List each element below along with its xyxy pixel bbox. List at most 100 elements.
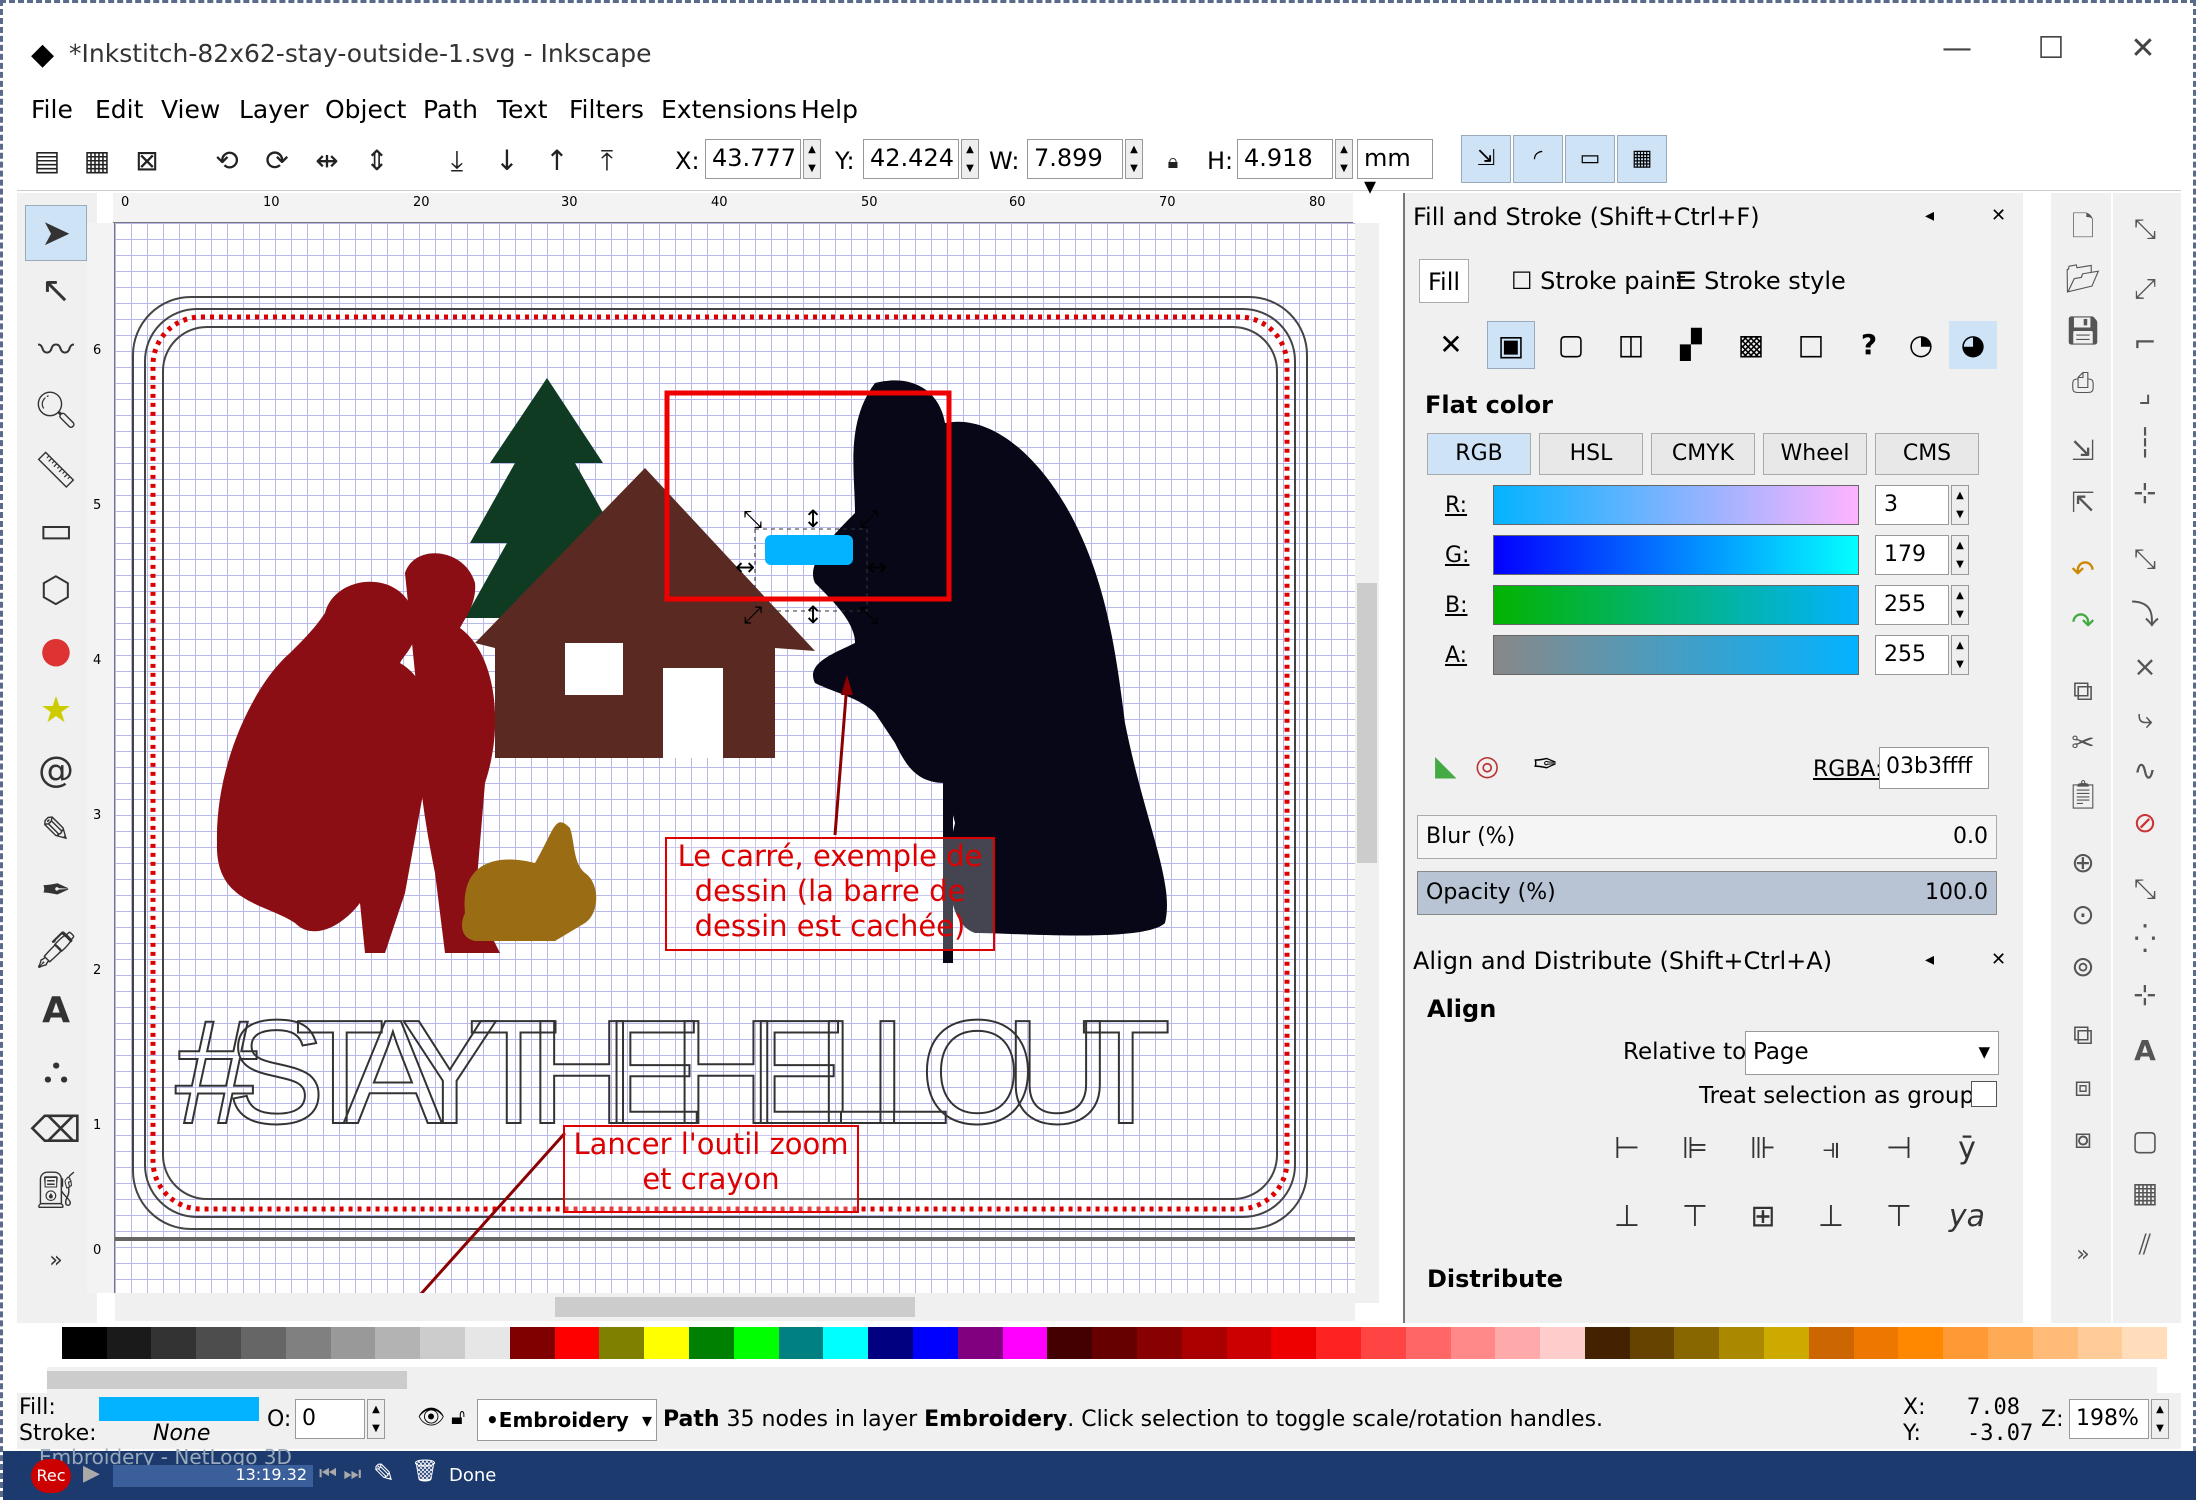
minimize-button[interactable]: — [1927,31,1987,66]
drawing-canvas[interactable]: ⤡ ↕ ⤢ ↔ ↔ ⤢ ↕ ⤡ #STAYTHEHELLOUT Le carré… [115,223,1355,1293]
snap-rotation-center-icon[interactable]: ⁛ [2125,917,2165,961]
palette-swatch[interactable] [285,1327,331,1359]
star-tool-icon[interactable]: ★ [25,683,87,739]
palette-swatch[interactable] [196,1327,241,1359]
palette-swatch[interactable] [2077,1327,2123,1359]
palette-swatch[interactable] [1495,1327,1541,1359]
g-input[interactable]: 179 [1875,535,1949,575]
menu-text[interactable]: Text [497,95,548,124]
palette-swatch[interactable] [2032,1327,2078,1359]
w-input[interactable]: 7.899 [1027,139,1123,179]
palette-swatch[interactable] [733,1327,779,1359]
swatch-icon[interactable]: □ [1787,321,1835,369]
menu-path[interactable]: Path [423,95,478,124]
zoom-page-icon[interactable]: ⊚ [2063,945,2103,989]
palette-swatch[interactable] [644,1327,689,1359]
print-icon[interactable]: ⎙ [2063,361,2103,405]
snap-intersection-icon[interactable]: ⨯ [2125,645,2165,689]
palette-swatch[interactable] [1360,1327,1406,1359]
align-top-icon[interactable]: ⊤ [1667,1189,1723,1245]
raise-to-top-icon[interactable]: ⤒ [587,141,627,181]
palette-swatch[interactable] [1808,1327,1854,1359]
pen-tool-icon[interactable]: ✒ [25,863,87,919]
w-spinner[interactable]: ▲ ▼ [1125,139,1143,179]
x-spinner[interactable]: ▲ ▼ [803,139,821,179]
palette-swatch[interactable] [868,1327,913,1359]
more-tools-icon[interactable]: » [25,1233,87,1289]
spray-tool-icon[interactable]: ⛬ [25,1043,87,1099]
r-spinner[interactable]: ▲ ▼ [1951,485,1969,525]
align-top-to-bottom-icon[interactable]: ⊤ [1871,1189,1927,1245]
center-vertical-axis-icon[interactable]: ⊪ [1735,1121,1791,1177]
snap-bbox-midpoint-icon[interactable]: ┆ [2125,421,2165,465]
snap-midpoint-icon[interactable]: ⊘ [2125,801,2165,845]
tab-stroke-paint[interactable]: ☐ Stroke paint [1503,259,1694,303]
scale-handle-n-icon[interactable]: ↕ [803,505,823,533]
align-left-icon[interactable]: ⊫ [1667,1121,1723,1177]
scale-handle-w-icon[interactable]: ↔ [735,553,755,581]
no-paint-icon[interactable]: ✕ [1427,321,1475,369]
lower-to-bottom-icon[interactable]: ⤓ [437,141,477,181]
redo-icon[interactable]: ↷ [2063,601,2103,645]
scale-handle-nw-icon[interactable]: ⤡ [743,505,762,533]
clone-icon[interactable]: ⧈ [2063,1065,2103,1109]
palette-swatch[interactable] [1002,1327,1048,1359]
menu-filters[interactable]: Filters [569,95,644,124]
mesh-gradient-icon[interactable]: ▞ [1667,321,1715,369]
y-input[interactable]: 42.424 [863,139,959,179]
opacity-slider[interactable]: Opacity (%) 100.0 [1417,871,1997,915]
snap-guide-icon[interactable]: ⫽ [2125,1223,2165,1267]
rotate-ccw-icon[interactable]: ⟲ [207,141,247,181]
horizontal-scrollbar[interactable] [115,1293,1355,1321]
align-bottom-to-top-icon[interactable]: ⊥ [1599,1189,1655,1245]
rgba-input[interactable]: 03b3ffff [1879,747,1989,789]
palette-swatch[interactable] [1898,1327,1944,1359]
move-patterns-icon[interactable]: ▦ [1617,135,1667,183]
flip-vertical-icon[interactable]: ⇕ [357,141,397,181]
radial-gradient-icon[interactable]: ◫ [1607,321,1655,369]
pencil-tool-icon[interactable]: ✎ [25,803,87,859]
align-left-to-right-icon[interactable]: ⊣ [1871,1121,1927,1177]
center-horizontal-axis-icon[interactable]: ⊞ [1735,1189,1791,1245]
open-icon[interactable]: 📂︎ [2063,257,2103,301]
scroll-thumb[interactable] [1357,583,1377,863]
mode-wheel[interactable]: Wheel [1763,433,1867,475]
opacity-spinner[interactable]: ▲ ▼ [367,1399,385,1439]
palette-swatch[interactable] [554,1327,600,1359]
unit-select[interactable]: mm ▾ [1357,139,1433,200]
nonzero-icon[interactable]: ◕ [1949,321,1997,369]
fill-swatch[interactable] [99,1397,259,1421]
scale-handle-se-icon[interactable]: ⤡ [859,601,878,629]
evenodd-icon[interactable]: ◔ [1897,321,1945,369]
palette-swatch[interactable] [1584,1327,1630,1359]
palette-swatch[interactable] [240,1327,286,1359]
raise-icon[interactable]: ↑ [537,141,577,181]
selector-tool-icon[interactable]: ➤ [25,205,87,261]
close-panel-icon[interactable]: ✕ [1991,205,2006,226]
menu-object[interactable]: Object [325,95,406,124]
b-spinner[interactable]: ▲ ▼ [1951,585,1969,625]
palette-swatch[interactable] [1943,1327,1989,1359]
select-all-layers-icon[interactable]: ▦ [77,141,117,181]
palette-swatch[interactable] [1853,1327,1899,1359]
menu-edit[interactable]: Edit [95,95,143,124]
close-button[interactable]: ✕ [2113,31,2173,66]
measure-tool-icon[interactable]: 📏︎ [25,443,87,499]
collapse-icon[interactable]: ◂ [1925,949,1934,970]
palette-swatch[interactable] [1181,1327,1227,1359]
snap-bbox-corner-icon[interactable]: ⌟ [2125,371,2165,415]
scale-handle-ne-icon[interactable]: ⤢ [859,505,878,533]
move-gradients-icon[interactable]: ▭ [1565,135,1615,183]
maximize-button[interactable]: ☐ [2021,31,2081,66]
vertical-scrollbar[interactable] [1355,223,1379,1303]
relative-to-select[interactable]: Page ▾ [1745,1031,1999,1075]
flip-horizontal-icon[interactable]: ⇹ [307,141,347,181]
layer-visibility-icon[interactable]: 👁︎ [417,1405,445,1430]
snap-text-icon[interactable]: A [2125,1029,2165,1073]
new-document-icon[interactable]: 🗋︎ [2063,205,2103,249]
treat-group-checkbox[interactable] [1971,1081,1997,1107]
snap-nodes-icon[interactable]: ⤡ [2125,537,2165,581]
g-spinner[interactable]: ▲ ▼ [1951,535,1969,575]
palette-swatch[interactable] [1719,1327,1765,1359]
palette-swatch[interactable] [375,1327,421,1359]
